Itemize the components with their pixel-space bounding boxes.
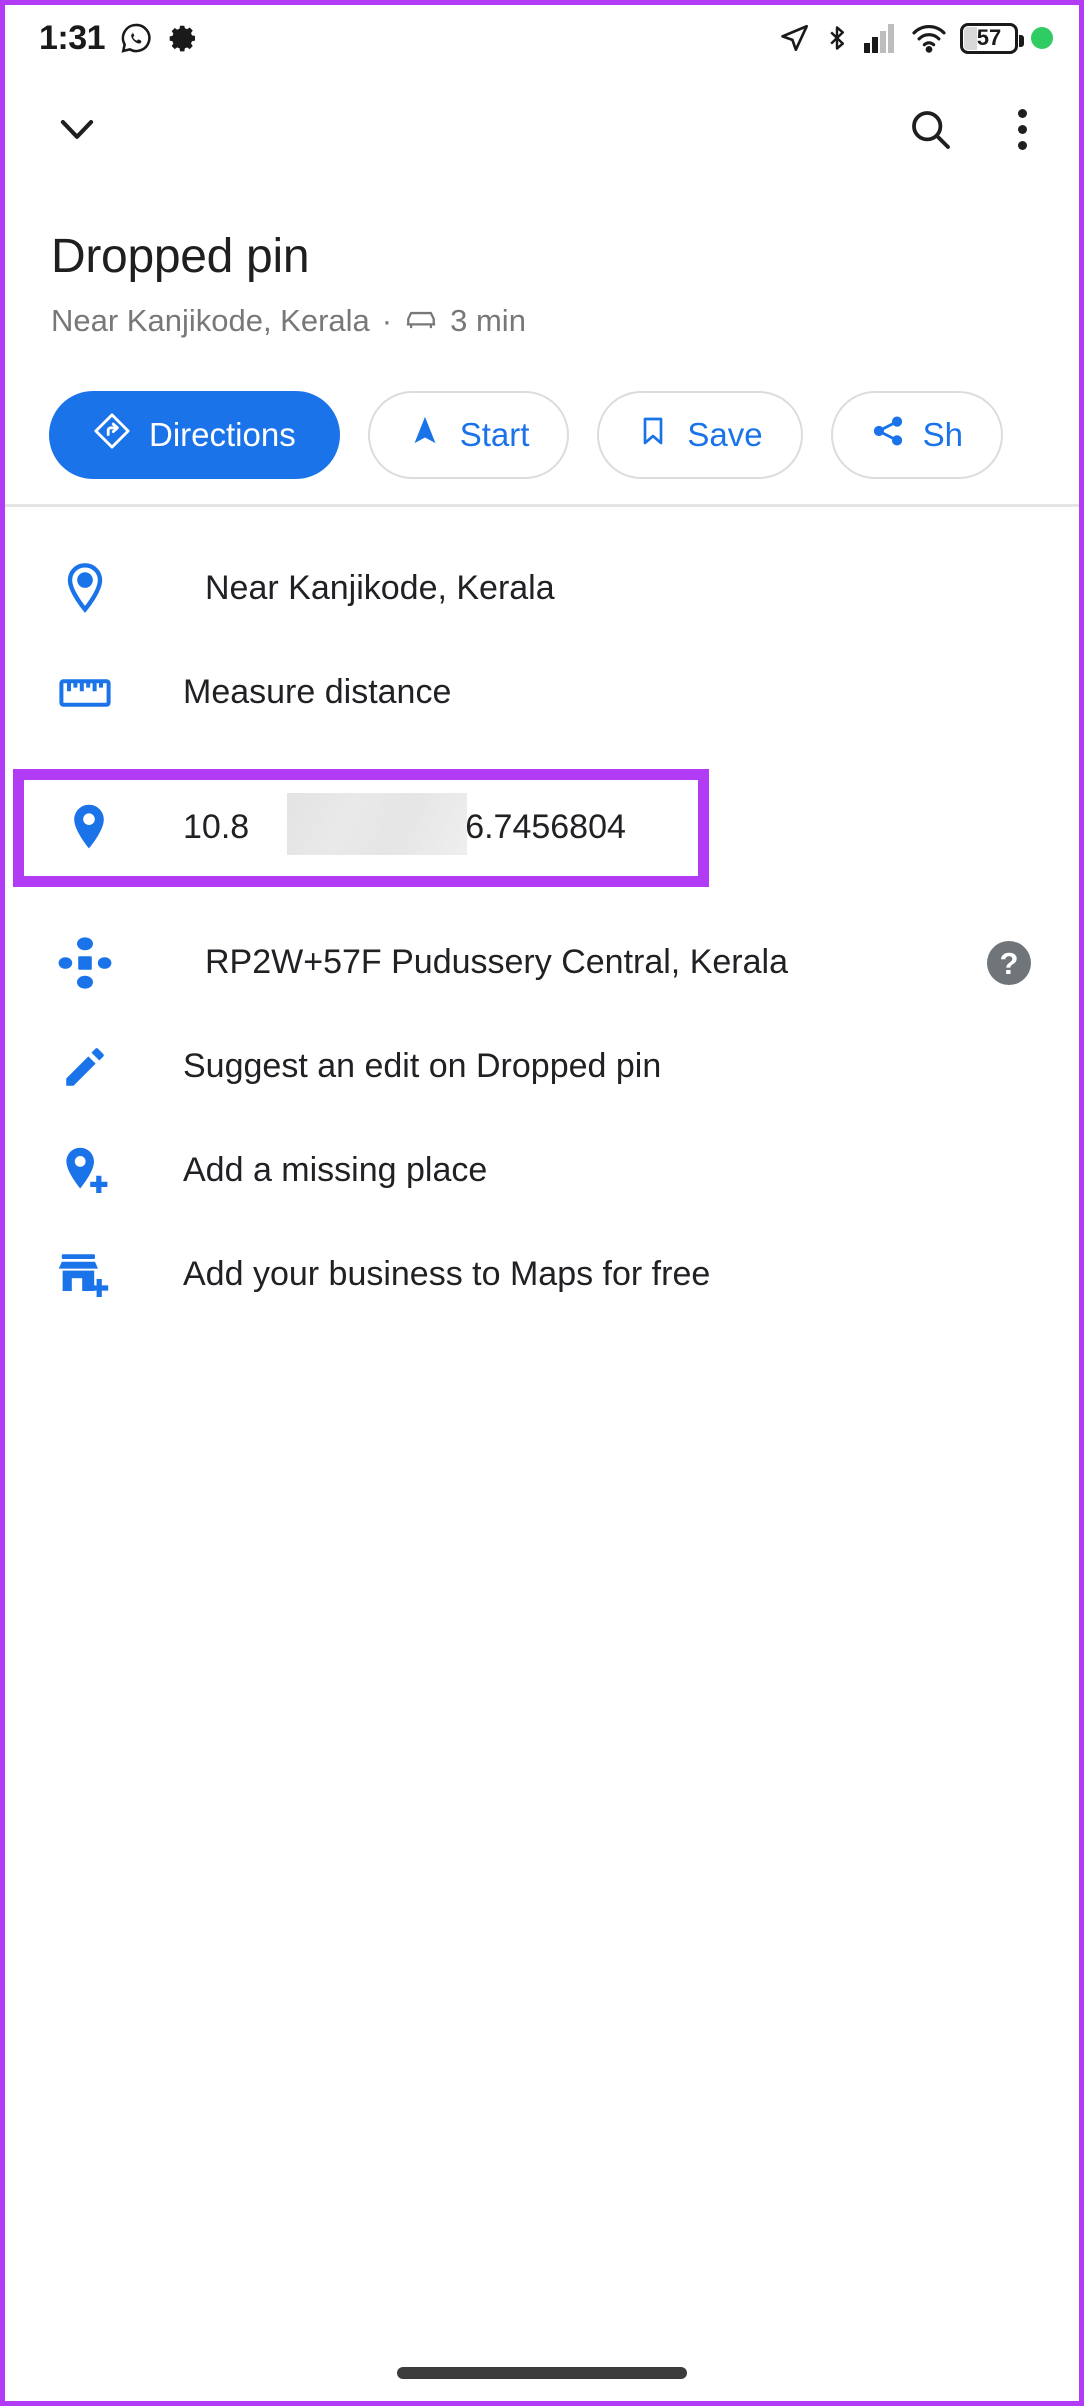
- directions-button[interactable]: Directions: [49, 391, 340, 479]
- directions-diamond-icon: [93, 412, 131, 458]
- drive-time: 3 min: [450, 303, 526, 338]
- plus-code-icon: [53, 935, 117, 991]
- status-bar: 1:31 57: [5, 5, 1079, 71]
- share-label: Sh: [922, 416, 964, 453]
- status-bar-right: 57: [778, 22, 1053, 54]
- place-subtitle: Near Kanjikode, Kerala · 3 min: [51, 305, 526, 336]
- pencil-icon: [53, 1042, 117, 1092]
- green-dot-indicator: [1031, 27, 1053, 49]
- row-address[interactable]: Near Kanjikode, Kerala: [5, 537, 1079, 641]
- action-chip-row: Directions Start Save Sh: [5, 387, 1079, 483]
- phone-screen: 1:31 57 Dropped pin Near Kanjikode, Kera…: [0, 0, 1084, 2406]
- redacted-coordinate-block: [287, 793, 467, 856]
- battery-percent: 57: [976, 25, 1002, 50]
- save-button[interactable]: Save: [597, 391, 803, 479]
- cellular-signal-icon: [864, 23, 898, 53]
- help-question-icon[interactable]: ?: [987, 941, 1031, 985]
- location-pin-filled-icon: [57, 800, 121, 856]
- row-measure-distance[interactable]: Measure distance: [5, 641, 1079, 745]
- page-title: Dropped pin: [51, 230, 310, 283]
- status-bar-left: 1:31: [39, 19, 199, 58]
- three-dot-menu-icon[interactable]: [1004, 103, 1041, 156]
- gear-icon: [167, 22, 199, 54]
- sheet-header: [5, 71, 1079, 187]
- start-button[interactable]: Start: [367, 391, 570, 479]
- coordinates-latitude: 10.8: [183, 808, 250, 847]
- bluetooth-icon: [823, 22, 851, 54]
- bookmark-icon: [637, 414, 669, 456]
- ruler-icon: [53, 678, 117, 708]
- battery-indicator: 57: [960, 22, 1024, 54]
- gesture-navigation-bar[interactable]: [397, 2367, 687, 2379]
- subtitle-location: Near Kanjikode, Kerala: [51, 303, 370, 338]
- directions-label: Directions: [149, 416, 296, 453]
- wifi-icon: [911, 23, 947, 53]
- search-icon[interactable]: [906, 105, 954, 153]
- navigation-arrow-icon: [408, 414, 442, 456]
- row-coordinates[interactable]: 10.8 6.7456804: [5, 769, 1079, 887]
- chevron-down-icon[interactable]: [51, 103, 103, 155]
- add-storefront-icon: [53, 1249, 117, 1301]
- battery-fill: [964, 26, 977, 50]
- share-icon: [871, 414, 905, 456]
- start-label: Start: [459, 416, 530, 453]
- row-plus-code[interactable]: RP2W+57F Pudussery Central, Kerala ?: [5, 911, 1079, 1015]
- car-icon: [404, 308, 438, 334]
- row-plus-code-label: RP2W+57F Pudussery Central, Kerala: [205, 943, 788, 982]
- whatsapp-icon: [119, 21, 153, 55]
- row-suggest-edit[interactable]: Suggest an edit on Dropped pin: [5, 1015, 1079, 1119]
- add-pin-icon: [53, 1143, 117, 1199]
- location-arrow-icon: [778, 22, 810, 54]
- location-pin-outline-icon: [53, 561, 117, 617]
- row-add-missing-place[interactable]: Add a missing place: [5, 1119, 1079, 1223]
- save-label: Save: [687, 416, 763, 453]
- status-time: 1:31: [39, 18, 106, 57]
- share-button[interactable]: Sh: [830, 391, 1004, 479]
- place-details-list: Near Kanjikode, Kerala Measure distance: [5, 507, 1079, 1327]
- subtitle-separator: ·: [381, 303, 393, 338]
- row-add-business[interactable]: Add your business to Maps for free: [5, 1223, 1079, 1327]
